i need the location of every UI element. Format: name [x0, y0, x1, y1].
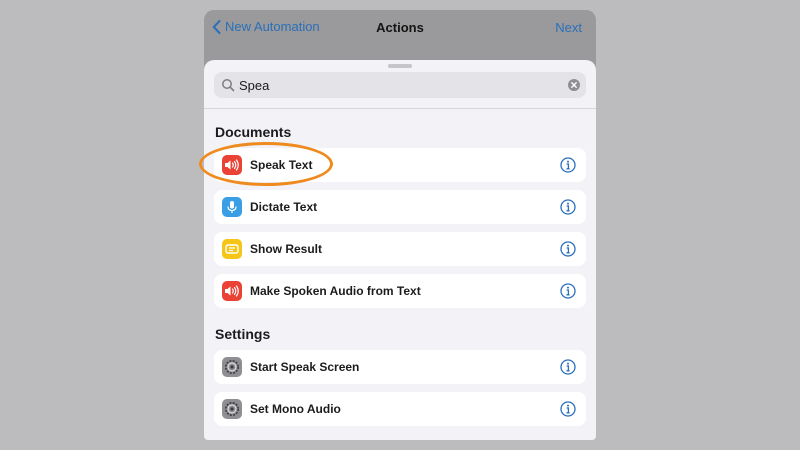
info-icon[interactable]	[560, 241, 576, 257]
settings-gear-icon	[222, 357, 242, 377]
action-label: Dictate Text	[250, 200, 318, 214]
highlight-ring-annotation	[199, 142, 333, 186]
action-row-set-mono-audio[interactable]: Set Mono Audio	[214, 392, 586, 426]
action-row-show-result[interactable]: Show Result	[214, 232, 586, 266]
action-label: Set Mono Audio	[250, 402, 341, 416]
info-icon[interactable]	[560, 359, 576, 375]
clear-search-icon[interactable]	[568, 79, 580, 91]
action-label: Start Speak Screen	[250, 360, 360, 374]
search-input[interactable]	[239, 73, 568, 97]
info-icon[interactable]	[560, 283, 576, 299]
screen: New Automation Actions Next Documents	[0, 0, 800, 450]
action-row-dictate-text[interactable]: Dictate Text	[214, 190, 586, 224]
section-header-settings: Settings	[215, 326, 271, 342]
speaker-icon	[222, 281, 242, 301]
section-header-documents: Documents	[215, 124, 292, 140]
action-row-start-speak-screen[interactable]: Start Speak Screen	[214, 350, 586, 384]
search-icon	[222, 79, 235, 92]
info-icon[interactable]	[560, 157, 576, 173]
search-bar[interactable]	[214, 72, 586, 98]
settings-gear-icon	[222, 399, 242, 419]
actions-sheet: Documents Speak Text	[204, 60, 596, 440]
page-title: Actions	[376, 20, 424, 35]
action-label: Make Spoken Audio from Text	[250, 284, 421, 298]
action-label: Show Result	[250, 242, 323, 256]
action-row-make-spoken-audio[interactable]: Make Spoken Audio from Text	[214, 274, 586, 308]
navigation-bar: New Automation Actions Next	[204, 10, 596, 46]
result-icon	[222, 239, 242, 259]
search-area	[204, 60, 596, 109]
next-button[interactable]: Next	[555, 20, 582, 35]
info-icon[interactable]	[560, 199, 576, 215]
info-icon[interactable]	[560, 401, 576, 417]
microphone-icon	[222, 197, 242, 217]
